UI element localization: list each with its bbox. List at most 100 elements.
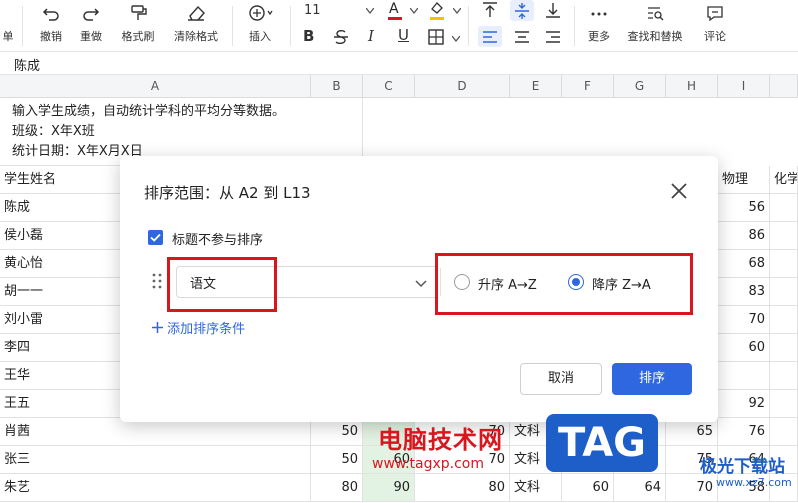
drag-handle-icon[interactable]: [152, 272, 162, 290]
column-header-f[interactable]: F: [562, 75, 614, 98]
border-dropdown-icon[interactable]: [452, 36, 460, 42]
align-center-icon[interactable]: [513, 28, 531, 46]
table-cell[interactable]: 50: [311, 446, 363, 474]
physics-score-cell[interactable]: 86: [718, 222, 770, 250]
physics-score-cell[interactable]: [718, 362, 770, 390]
table-cell[interactable]: [770, 334, 798, 362]
font-size-select[interactable]: 11: [304, 3, 321, 19]
student-name-cell[interactable]: 肖茜: [0, 418, 311, 446]
sort-button[interactable]: 排序: [612, 363, 692, 395]
table-cell[interactable]: [770, 306, 798, 334]
table-cell[interactable]: [770, 362, 798, 390]
toolbar-doc[interactable]: 单: [0, 0, 16, 44]
watermark-site-name: 电脑技术网: [378, 426, 503, 454]
header-cell-physics[interactable]: 物理: [718, 166, 770, 194]
table-cell[interactable]: 60: [562, 474, 614, 502]
table-cell[interactable]: [770, 250, 798, 278]
intro-line: 输入学生成绩，自动统计学科的平均分等数据。: [12, 104, 286, 119]
column-header-b[interactable]: B: [311, 75, 363, 98]
physics-score-cell[interactable]: 83: [718, 278, 770, 306]
header-exclude-checkbox[interactable]: [148, 230, 163, 245]
redo-icon: [83, 8, 100, 21]
align-bottom-icon[interactable]: [544, 1, 562, 19]
border-icon[interactable]: [428, 29, 444, 45]
physics-score-cell[interactable]: 76: [718, 418, 770, 446]
highlight-sort-column: [167, 257, 277, 312]
table-cell[interactable]: [770, 418, 798, 446]
table-cell[interactable]: 90: [363, 474, 415, 502]
find-replace-icon: [648, 7, 664, 21]
table-cell[interactable]: 64: [614, 474, 666, 502]
column-header-e[interactable]: E: [510, 75, 562, 98]
more-button[interactable]: 更多: [584, 0, 614, 44]
table-cell[interactable]: 80: [415, 474, 510, 502]
student-name-cell[interactable]: 朱艺: [0, 474, 311, 502]
font-size-dropdown-icon[interactable]: [366, 8, 374, 14]
table-cell[interactable]: 文科: [510, 474, 562, 502]
highlight-sort-order: [435, 253, 693, 315]
physics-score-cell[interactable]: 56: [718, 194, 770, 222]
undo-icon: [42, 8, 59, 21]
align-left-icon: [483, 31, 497, 43]
insert-label: 插入: [249, 30, 271, 43]
dialog-title: 排序范围：从 A2 到 L13: [144, 184, 311, 202]
align-right-icon[interactable]: [544, 28, 562, 46]
align-middle-icon: [515, 3, 529, 19]
bold-icon[interactable]: B: [303, 28, 314, 44]
add-sort-condition-link[interactable]: 添加排序条件: [152, 318, 245, 337]
student-name-cell[interactable]: 张三: [0, 446, 311, 474]
table-cell[interactable]: 65: [666, 418, 718, 446]
column-header-i[interactable]: I: [718, 75, 770, 98]
fill-color-dropdown-icon[interactable]: [453, 8, 461, 14]
insert-button[interactable]: 插入: [242, 0, 278, 44]
physics-score-cell[interactable]: 70: [718, 306, 770, 334]
toolbar-doc-label: 单: [2, 30, 14, 43]
column-header-g[interactable]: G: [614, 75, 666, 98]
comment-label: 评论: [704, 30, 726, 43]
table-cell[interactable]: 80: [311, 474, 363, 502]
cancel-button[interactable]: 取消: [520, 363, 602, 395]
insert-plus-icon: [249, 5, 273, 21]
table-cell[interactable]: [770, 390, 798, 418]
clear-format-label: 清除格式: [174, 30, 218, 43]
format-painter-button[interactable]: 格式刷: [116, 0, 160, 44]
fill-color-button[interactable]: [428, 1, 450, 21]
header-cell-chemistry[interactable]: 化学: [770, 166, 798, 194]
text-color-button[interactable]: A: [386, 1, 408, 21]
text-color-dropdown-icon[interactable]: [410, 8, 418, 14]
comment-button[interactable]: 评论: [700, 0, 730, 44]
table-cell[interactable]: [770, 222, 798, 250]
align-middle-button[interactable]: [510, 0, 534, 21]
column-header-a[interactable]: A: [0, 75, 311, 98]
find-replace-button[interactable]: 查找和替换: [622, 0, 688, 44]
eraser-icon: [188, 5, 205, 21]
more-icon: [591, 12, 607, 16]
italic-icon[interactable]: I: [368, 28, 374, 44]
undo-button[interactable]: 撤销: [36, 0, 66, 44]
underline-icon[interactable]: U: [398, 27, 409, 43]
physics-score-cell[interactable]: 92: [718, 390, 770, 418]
toolbar-divider: [290, 6, 291, 46]
align-left-button[interactable]: [478, 26, 502, 47]
column-header-j[interactable]: [770, 75, 798, 98]
table-cell[interactable]: [770, 194, 798, 222]
column-header-h[interactable]: H: [666, 75, 718, 98]
toolbar-divider: [22, 6, 23, 46]
physics-score-cell[interactable]: 60: [718, 334, 770, 362]
table-cell[interactable]: 50: [311, 418, 363, 446]
formula-bar[interactable]: 陈成: [0, 52, 798, 75]
table-cell[interactable]: 70: [666, 474, 718, 502]
strikethrough-icon[interactable]: [334, 29, 348, 45]
column-header-c[interactable]: C: [363, 75, 415, 98]
watermark-tag-logo: TAG: [546, 414, 658, 472]
doc-icon: [0, 4, 16, 22]
text-color-swatch: [388, 17, 402, 20]
table-cell[interactable]: [770, 278, 798, 306]
column-header-d[interactable]: D: [415, 75, 510, 98]
physics-score-cell[interactable]: 68: [718, 250, 770, 278]
header-exclude-label: 标题不参与排序: [172, 233, 264, 248]
close-icon[interactable]: [668, 180, 690, 202]
redo-button[interactable]: 重做: [76, 0, 106, 44]
clear-format-button[interactable]: 清除格式: [168, 0, 224, 44]
align-top-icon[interactable]: [481, 1, 499, 19]
